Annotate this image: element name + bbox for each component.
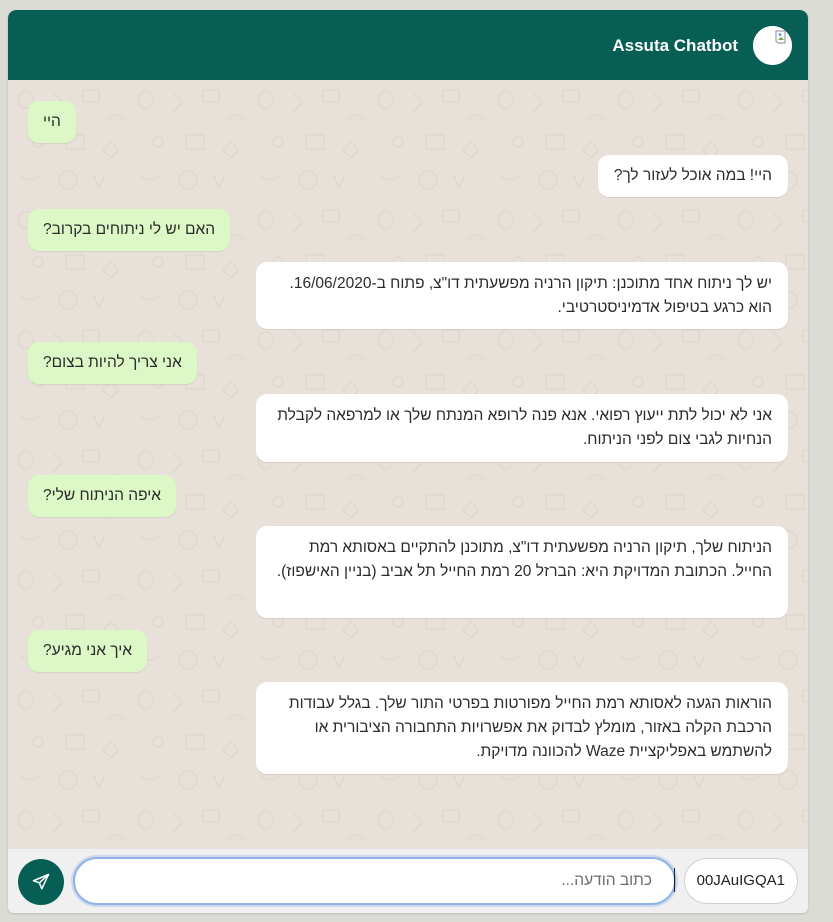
broken-image-icon bbox=[753, 26, 792, 65]
chat-window: Assuta Chatbot היי היי! במה אוכל לעזור ל… bbox=[8, 10, 808, 913]
message-list[interactable]: היי היי! במה אוכל לעזור לך? האם יש לי ני… bbox=[8, 80, 808, 848]
chat-header: Assuta Chatbot bbox=[8, 10, 808, 80]
user-message: איך אני מגיע? bbox=[28, 630, 148, 672]
avatar-icon bbox=[753, 26, 792, 65]
composer-bar: 00JAuIGQA1 bbox=[8, 848, 808, 913]
session-id-text: 00JAuIGQA1 bbox=[696, 872, 785, 889]
bot-message: הניתוח שלך, תיקון הרניה מפשעתית דו"צ, מת… bbox=[256, 526, 788, 618]
user-message: היי bbox=[28, 101, 76, 143]
user-message: איפה הניתוח שלי? bbox=[28, 475, 177, 517]
session-id-chip[interactable]: 00JAuIGQA1 bbox=[684, 858, 798, 904]
chat-title: Assuta Chatbot bbox=[612, 36, 738, 55]
user-message: האם יש לי ניתוחים בקרוב? bbox=[28, 209, 231, 251]
message-input[interactable] bbox=[73, 857, 676, 905]
send-button[interactable] bbox=[18, 859, 64, 905]
send-icon bbox=[32, 873, 50, 890]
bot-message: הוראות הגעה לאסותא רמת החייל מפורטות בפר… bbox=[256, 682, 788, 774]
bot-message: היי! במה אוכל לעזור לך? bbox=[597, 155, 788, 197]
text-caret bbox=[674, 868, 675, 892]
bot-message: יש לך ניתוח אחד מתוכנן: תיקון הרניה מפשע… bbox=[256, 262, 788, 329]
bot-message: אני לא יכול לתת ייעוץ רפואי. אנא פנה לרו… bbox=[256, 394, 788, 462]
user-message: אני צריך להיות בצום? bbox=[28, 342, 197, 384]
